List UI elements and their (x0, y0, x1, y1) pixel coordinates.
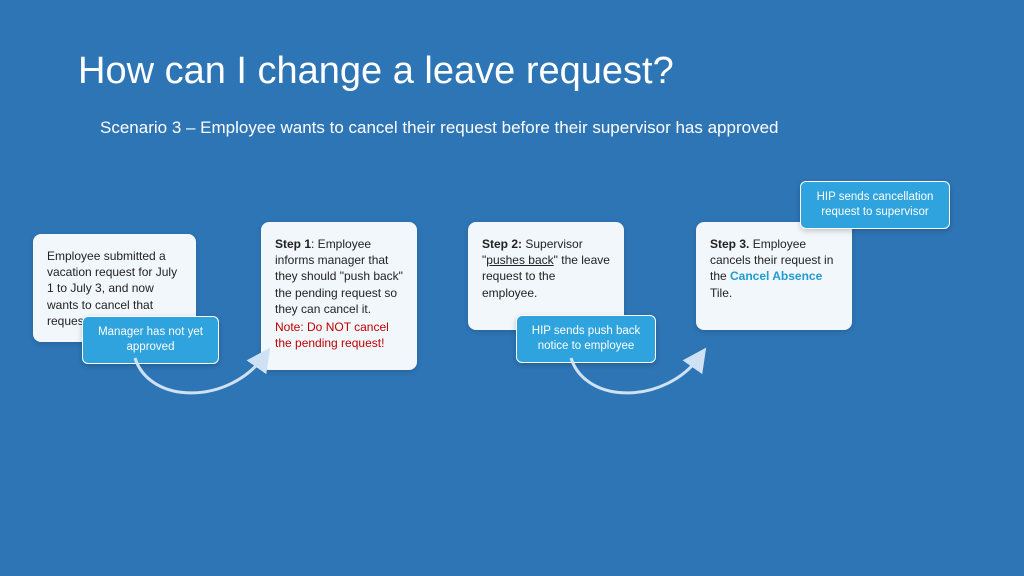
callout-text: HIP sends push back notice to employee (532, 325, 640, 352)
arrow-2 (556, 350, 716, 420)
step-2-label: Step 2: (482, 237, 522, 251)
card-step-1: Step 1: Employee informs manager that th… (261, 222, 417, 370)
callout-text: Manager has not yet approved (98, 326, 203, 353)
page-title: How can I change a leave request? (78, 50, 674, 93)
card-step-2: Step 2: Supervisor "pushes back" the lea… (468, 222, 624, 330)
page-subtitle: Scenario 3 – Employee wants to cancel th… (100, 118, 779, 138)
step-3-label: Step 3. (710, 237, 749, 251)
step-3-post: Tile. (710, 286, 732, 300)
step-1-note: Note: Do NOT cancel the pending request! (275, 319, 403, 351)
arrow-1 (120, 350, 280, 420)
step-3-teal: Cancel Absence (730, 269, 822, 283)
callout-text: HIP sends cancellation request to superv… (817, 191, 934, 218)
card-step-3: Step 3. Employee cancels their request i… (696, 222, 852, 330)
callout-cancel-to-supervisor: HIP sends cancellation request to superv… (800, 181, 950, 229)
step-1-label: Step 1 (275, 237, 311, 251)
step-2-uline: pushes back (486, 253, 553, 267)
